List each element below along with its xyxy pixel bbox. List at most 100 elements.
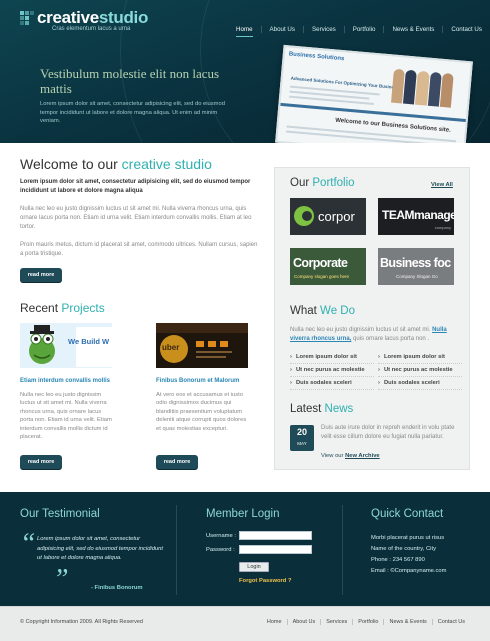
testimonial-author: - Finibus Bonorum (91, 585, 143, 591)
service-item[interactable]: Ut nec purus ac molestie (290, 364, 374, 377)
screenshot-people-photo (391, 65, 454, 108)
close-quote-icon: ” (53, 564, 69, 595)
portfolio-title: Our Portfolio (290, 177, 355, 189)
copyright: © Copyright Information 2009. All Rights… (20, 619, 143, 625)
news-day: 20 (296, 427, 307, 437)
screenshot-brand: Business Solutions (288, 51, 345, 63)
tagline: Cras elementum lacus a urna (52, 26, 131, 32)
username-input[interactable] (239, 531, 312, 540)
login-button[interactable]: Login (239, 562, 269, 572)
contact-line: Morbi placerat purus ut risus (371, 535, 445, 541)
forgot-password-link[interactable]: Forgot Password ? (239, 578, 292, 584)
project-2-read-more-button[interactable]: read more (156, 455, 198, 469)
what-we-do-text: Nulla nec leo eu justo dignissim luctus … (290, 326, 458, 344)
quick-contact-title: Quick Contact (371, 508, 444, 520)
nav-contact-us[interactable]: Contact Us (442, 26, 490, 33)
portfolio-logo-4-text: Business foc (380, 256, 451, 270)
welcome-intro: Lorem ipsum dolor sit amet, consectetur … (20, 179, 251, 194)
nav-portfolio[interactable]: Portfolio (343, 26, 384, 33)
hero-website-screenshot: Business Solutions Advanced Solutions Fo… (275, 44, 473, 160)
view-all-link[interactable]: View All (431, 182, 453, 188)
welcome-title-a: Welcome to our (20, 156, 122, 172)
testimonial-text: Lorem ipsum dolor sit amet, consectetur … (37, 536, 163, 561)
footer-divider (342, 505, 343, 595)
recent-title-b: Projects (61, 301, 105, 315)
contact-phone: Phone : 234 567 890 (371, 557, 425, 563)
welcome-read-more-button[interactable]: read more (20, 268, 62, 282)
service-item[interactable]: Ut nec purus ac molestie (378, 364, 462, 377)
portfolio-logo-4-sub: Company Slogan Go (396, 274, 438, 279)
what-we-do-title: What We Do (290, 305, 355, 317)
logo[interactable]: creativestudio (37, 8, 148, 28)
welcome-title-b: creative studio (121, 156, 212, 172)
view-archive: View our New Archive (321, 453, 380, 459)
portfolio-logo-2[interactable]: TEAMmanage company (378, 198, 454, 235)
thumb-2-text: uber (162, 343, 180, 352)
project-1-text: Nulla nec leo eu justo dignissim luctus … (20, 392, 112, 441)
footer-nav-portfolio[interactable]: Portfolio (352, 619, 383, 625)
project-2-text: At vero eos et accusamus et iusto odio d… (156, 392, 247, 432)
service-item[interactable]: Lorem ipsum dolor sit (378, 351, 462, 364)
footer-divider (176, 505, 177, 595)
footer-nav-about-us[interactable]: About Us (286, 619, 321, 625)
main-nav: Home About Us Services Portfolio News & … (228, 26, 490, 37)
hero-title: Vestibulum molestie elit non lacus matti… (40, 66, 220, 96)
what-title-a: What (290, 305, 321, 317)
thumb-1-text: We Build W (68, 337, 110, 346)
hero-text: Lorem ipsum dolor sit amet, consectetur … (40, 101, 225, 124)
project-1-read-more-button[interactable]: read more (20, 455, 62, 469)
news-title-a: Latest (290, 403, 325, 415)
portfolio-logo-1[interactable]: corpor (290, 198, 366, 235)
news-title-b: News (324, 403, 354, 415)
footer-nav: Home About Us Services Portfolio News & … (262, 619, 470, 625)
logo-text-b: studio (98, 8, 149, 27)
nav-home[interactable]: Home (228, 26, 261, 37)
latest-news-title: Latest News (290, 403, 353, 415)
what-text-b: quis ornare lacus porta non . (351, 336, 430, 342)
recent-projects-title: Recent Projects (20, 301, 105, 315)
nav-services[interactable]: Services (303, 26, 344, 33)
footer-nav-news-events[interactable]: News & Events (383, 619, 431, 625)
project-1-title[interactable]: Etiam interdum convallis mollis (20, 378, 110, 384)
portfolio-title-a: Our (290, 177, 313, 189)
welcome-paragraph-1: Nulla nec leo eu justo dignissim luctus … (20, 206, 252, 230)
welcome-title: Welcome to our creative studio (20, 156, 212, 172)
portfolio-logo-1-text: corpor (318, 209, 355, 224)
contact-line: Name of the country, City (371, 546, 436, 552)
news-text: Duis aute irure dolor in repreh enderit … (321, 425, 455, 440)
services-list-right: Lorem ipsum dolor sit Ut nec purus ac mo… (378, 351, 462, 390)
username-label: Username : (206, 533, 236, 539)
project-thumbnail-2[interactable]: uber (156, 323, 248, 368)
member-login-title: Member Login (206, 508, 280, 520)
password-input[interactable] (239, 545, 312, 554)
service-item[interactable]: Duis sodales sceleri (290, 377, 374, 390)
logo-icon (20, 11, 34, 27)
portfolio-logo-2-sub: company (434, 225, 451, 230)
portfolio-logo-2-text: TEAMmanage (382, 208, 454, 222)
what-title-b: We Do (320, 305, 355, 317)
service-item[interactable]: Lorem ipsum dolor sit (290, 351, 374, 364)
logo-text-a: creative (37, 8, 99, 27)
footer-nav-contact-us[interactable]: Contact Us (431, 619, 470, 625)
portfolio-logo-3-text: Corporate (293, 256, 348, 270)
open-quote-icon: “ (20, 528, 36, 559)
nav-news-events[interactable]: News & Events (383, 26, 442, 33)
portfolio-logo-4[interactable]: Business foc Company Slogan Go (378, 248, 454, 285)
portfolio-logo-3[interactable]: Corporate Company slogan goes here (290, 248, 366, 285)
new-archive-link[interactable]: New Archive (345, 453, 380, 459)
footer-nav-home[interactable]: Home (262, 619, 287, 625)
welcome-paragraph-2: Proin mauris metus, dictum id placerat s… (20, 242, 258, 257)
project-thumbnail-1[interactable]: We Build W (20, 323, 112, 368)
news-month: MAY (297, 441, 307, 446)
news-date-badge: 20 MAY (290, 425, 314, 451)
recent-title-a: Recent (20, 301, 62, 315)
services-list-left: Lorem ipsum dolor sit Ut nec purus ac mo… (290, 351, 374, 390)
portfolio-logo-3-sub: Company slogan goes here (294, 274, 350, 279)
footer-nav-services[interactable]: Services (320, 619, 352, 625)
project-2-title[interactable]: Finibus Bonorum et Malorum (156, 378, 239, 384)
view-archive-prefix: View our (321, 453, 346, 459)
testimonial-title: Our Testimonial (20, 508, 100, 520)
portfolio-title-b: Portfolio (312, 177, 355, 189)
nav-about-us[interactable]: About Us (260, 26, 303, 33)
service-item[interactable]: Duis sodales sceleri (378, 377, 462, 390)
